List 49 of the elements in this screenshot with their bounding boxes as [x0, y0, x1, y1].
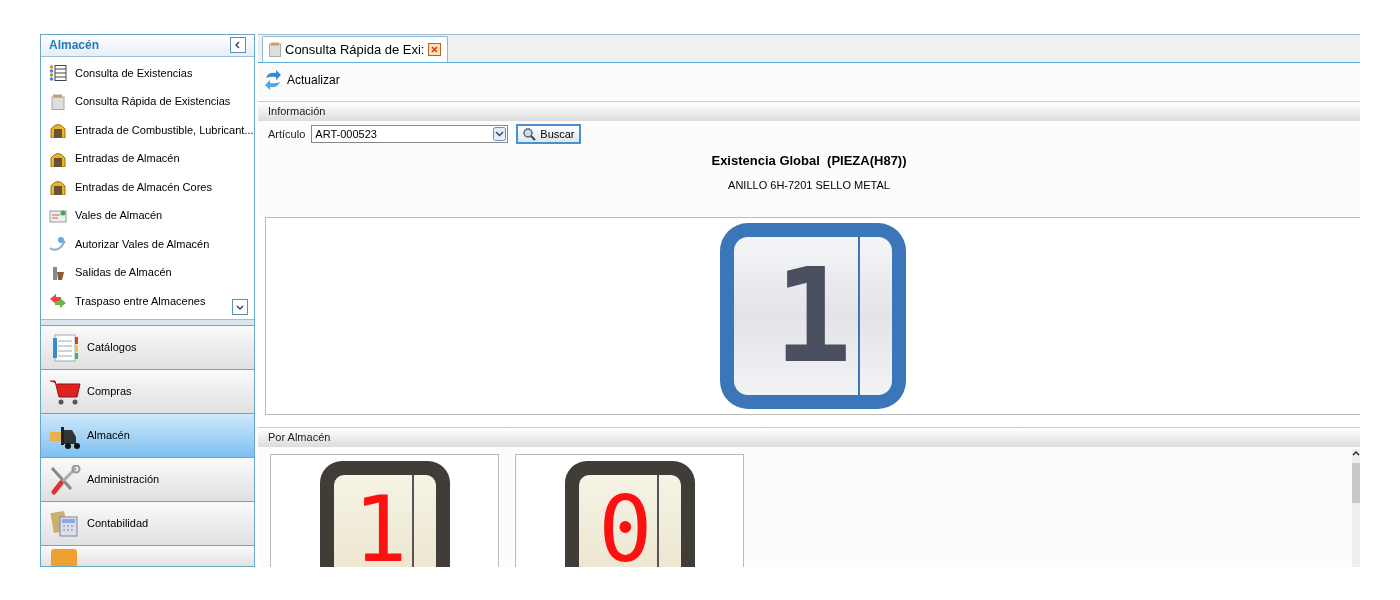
nav-button[interactable]: Contabilidad [41, 502, 254, 546]
display-digit: 1 [353, 485, 408, 567]
display-digit: 1 [773, 251, 852, 381]
stock-heading: Existencia Global (PIEZA(H87)) [710, 152, 908, 170]
menu-item[interactable]: Autorizar Vales de Almacén [41, 229, 254, 259]
section-title: Información [268, 104, 326, 120]
close-icon[interactable] [428, 43, 442, 56]
calculator-icon [49, 508, 81, 539]
display-digit: 0 [598, 485, 653, 567]
list-icon [49, 65, 67, 82]
gate-icon [49, 150, 67, 167]
section-title: Por Almacén [268, 430, 331, 446]
scrollbar-thumb[interactable] [1352, 463, 1360, 503]
menu-item[interactable]: Salidas de Almacén [41, 258, 254, 287]
nav-button[interactable]: Catálogos [41, 326, 254, 370]
field-label: Artículo [268, 126, 306, 142]
folder-icon [51, 549, 77, 566]
arrows-icon [49, 293, 67, 310]
scroll-down-button[interactable] [232, 299, 248, 316]
nav-button[interactable]: Administración [41, 458, 254, 502]
refresh-icon [264, 70, 282, 90]
wrench-screwdriver-icon [49, 464, 81, 495]
gate-icon [49, 122, 67, 139]
dropdown-icon [493, 127, 507, 141]
document-icon [49, 207, 67, 224]
refresh-button[interactable]: Actualizar [264, 70, 340, 90]
chevron-down-icon [236, 303, 244, 312]
gate-icon [49, 179, 67, 196]
menu-item[interactable]: Entradas de Almacén Cores [41, 172, 254, 202]
nav-button[interactable]: Almacén [41, 414, 254, 458]
document-tab[interactable]: Consulta Rápida de Exi: [262, 36, 449, 62]
splitter-handle[interactable] [41, 320, 254, 326]
item-description: ANILLO 6H-7201 SELLO METAL [727, 177, 891, 193]
nav-button[interactable]: Compras [41, 370, 254, 414]
calculator-icon [269, 42, 281, 57]
menu-item[interactable]: Consulta de Existencias [41, 58, 254, 88]
scrollbar[interactable] [1352, 449, 1360, 567]
menu-item[interactable]: Entrada de Combustible, Lubricant... [41, 115, 254, 145]
panel-title: Almacén [49, 37, 100, 55]
collapse-button[interactable] [230, 37, 246, 54]
article-combobox[interactable]: ART-000523 [311, 125, 509, 143]
chevron-left-icon [234, 41, 242, 50]
search-button[interactable]: Buscar [516, 124, 581, 144]
magnifier-icon [522, 127, 537, 141]
calculator-icon [49, 93, 67, 110]
menu-item[interactable]: Traspaso entre Almacenes [41, 286, 254, 316]
menu-item[interactable]: Entradas de Almacén [41, 144, 254, 173]
menu-item[interactable]: Consulta Rápida de Existencias [41, 87, 254, 116]
menu-item[interactable]: Vales de Almacén [41, 201, 254, 230]
